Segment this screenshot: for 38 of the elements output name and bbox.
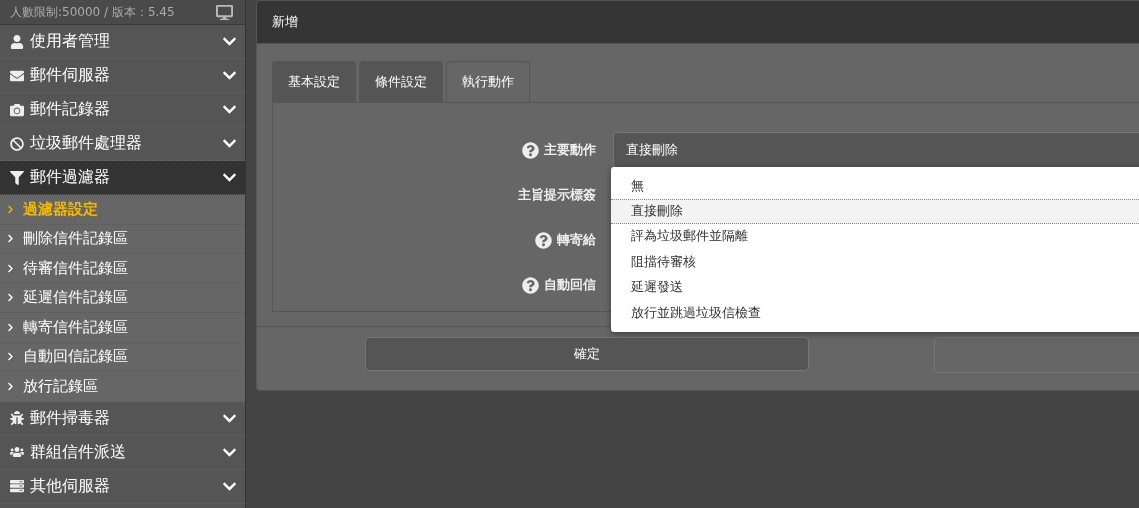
chevron-icon [6,322,15,332]
field-label: 主旨提示標簽 [518,186,596,204]
submenu-item[interactable]: 自動回信記錄區 [0,342,245,372]
chevron-icon [6,381,15,391]
dropdown-option[interactable]: 直接刪除 [611,198,1139,224]
submenu-item[interactable]: 放行記錄區 [0,372,245,402]
menu-item[interactable]: 郵件過濾器 [0,161,245,195]
ban-icon [8,136,26,151]
submenu-item[interactable]: 轉寄信件記錄區 [0,313,245,343]
limit-version-text: 人數限制:50000 / 版本：5.45 [10,3,175,21]
field-label: 自動回信 [544,276,596,294]
field-label: 主要動作 [544,141,596,159]
monitor-icon[interactable] [216,3,233,21]
submenu-item[interactable]: 待審信件記錄區 [0,254,245,284]
chevron-icon [6,204,15,214]
chevron-icon [6,352,15,362]
submenu-item[interactable]: 刪除信件記錄區 [0,224,245,254]
bug-icon [8,411,26,425]
field-label: 轉寄給 [557,231,596,249]
confirm-button[interactable]: 確定 [365,337,810,371]
tab[interactable]: 執行動作 [446,61,530,102]
envelope-icon [8,68,26,83]
chevron-icon [6,234,15,244]
help-icon[interactable] [522,141,539,159]
filter-icon [8,170,26,185]
server-icon [8,479,26,493]
users-icon [8,445,26,459]
camera-icon [8,102,26,117]
chevron-icon [6,293,15,303]
help-icon[interactable] [535,231,552,249]
help-icon[interactable] [522,276,539,294]
select-field[interactable]: 直接刪除 [613,132,1139,168]
tab[interactable]: 基本設定 [272,61,356,102]
tab[interactable]: 條件設定 [359,61,443,102]
dialog-title: 新增 [272,13,298,31]
user-icon [8,34,26,49]
chevron-icon [6,263,15,273]
submenu-item[interactable]: 延遲信件記錄區 [0,283,245,313]
